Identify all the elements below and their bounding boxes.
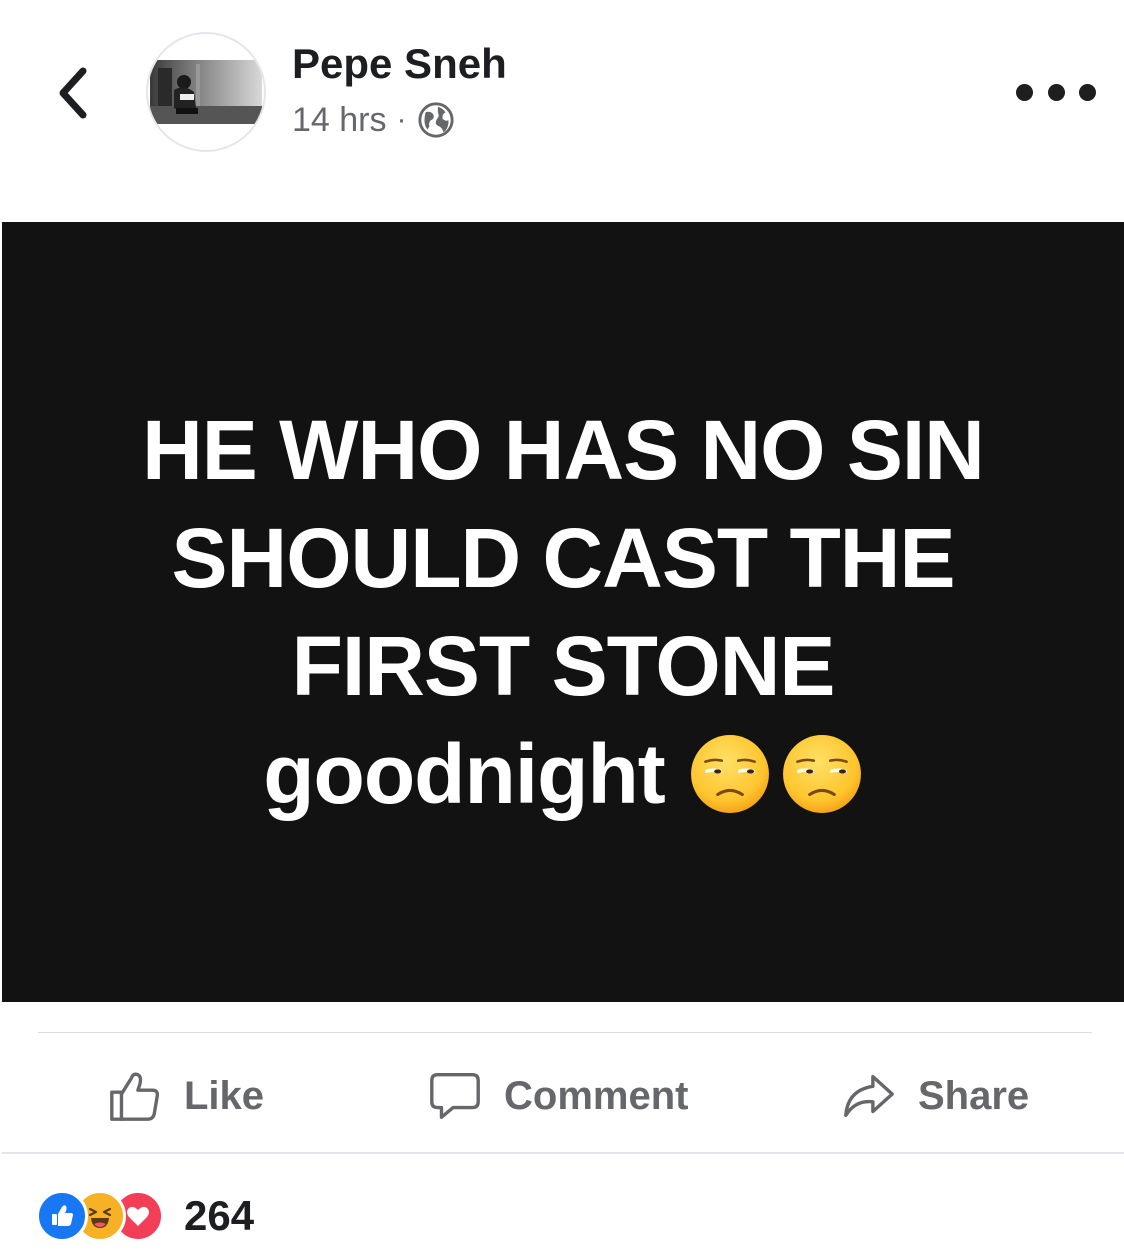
- post-text-line: FIRST STONE: [291, 619, 836, 713]
- post-text-line-last: goodnight: [263, 720, 862, 828]
- post-text-goodnight: goodnight: [263, 727, 665, 821]
- divider: [38, 1032, 1092, 1033]
- reaction-count: 264: [184, 1192, 255, 1239]
- reaction-icons: [36, 1190, 164, 1242]
- more-options-button[interactable]: [1016, 72, 1096, 112]
- more-dot-icon: [1047, 83, 1065, 101]
- comment-label: Comment: [504, 1073, 689, 1118]
- share-arrow-icon: [844, 1074, 894, 1118]
- like-label: Like: [184, 1073, 265, 1118]
- more-dot-icon: [1016, 83, 1033, 101]
- comment-bubble-icon: [430, 1073, 480, 1119]
- author-name[interactable]: Pepe Sneh: [292, 40, 507, 88]
- like-button[interactable]: Like: [106, 1064, 264, 1128]
- back-button[interactable]: [50, 62, 96, 124]
- avatar-photo: [150, 60, 262, 124]
- post-text-line: SHOULD CAST THE: [171, 511, 956, 605]
- divider: [2, 1152, 1124, 1154]
- comment-button[interactable]: Comment: [426, 1064, 688, 1128]
- globe-icon[interactable]: [417, 101, 455, 139]
- post-image[interactable]: HE WHO HAS NO SIN SHOULD CAST THE FIRST …: [2, 222, 1124, 1002]
- share-label: Share: [918, 1073, 1030, 1118]
- author-avatar[interactable]: [146, 32, 266, 152]
- meta-separator: ·: [396, 103, 407, 136]
- chevron-left-icon: [59, 67, 87, 119]
- post-meta: 14 hrs ·: [292, 98, 455, 142]
- post-timestamp[interactable]: 14 hrs: [292, 101, 387, 140]
- thumbs-up-icon: [110, 1072, 160, 1121]
- reactions-summary[interactable]: 264: [36, 1188, 254, 1244]
- more-dot-icon: [1079, 83, 1096, 101]
- post-text-line: HE WHO HAS NO SIN: [142, 403, 985, 497]
- unamused-face-emoji: [690, 735, 769, 813]
- like-reaction-icon: [36, 1190, 88, 1242]
- share-button[interactable]: Share: [840, 1064, 1029, 1128]
- unamused-face-emoji: [782, 735, 861, 813]
